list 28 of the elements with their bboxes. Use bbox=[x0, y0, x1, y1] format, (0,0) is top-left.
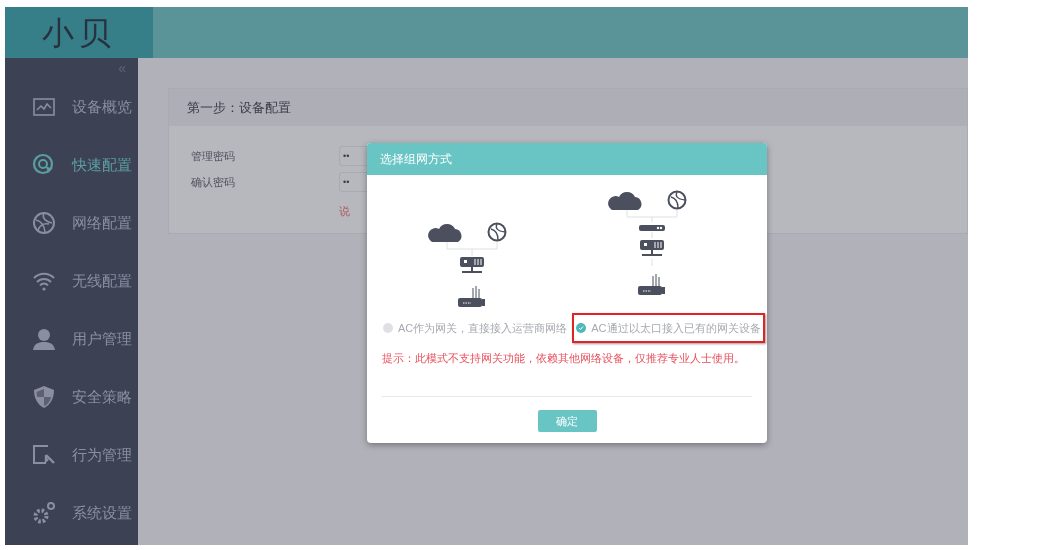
globe-icon bbox=[32, 211, 56, 235]
check-icon bbox=[578, 325, 585, 331]
sidebar-item[interactable]: 网络配置 bbox=[5, 194, 138, 252]
network-mode-option[interactable]: AC作为网关，直接接入运营商网络 bbox=[381, 313, 570, 343]
radio-button[interactable] bbox=[576, 323, 587, 333]
radio-button[interactable] bbox=[383, 323, 393, 333]
logo: 小贝 bbox=[42, 13, 116, 53]
sidebar-item[interactable]: 行为管理 bbox=[5, 426, 138, 484]
sidebar-item[interactable]: 设备概览 bbox=[5, 78, 138, 136]
confirm-button[interactable]: 确定 bbox=[537, 410, 597, 432]
hint-text: 提示：此模式不支持网关功能，依赖其他网络设备，仅推荐专业人士使用。 bbox=[382, 352, 745, 364]
user-icon bbox=[32, 327, 56, 351]
sidebar-item[interactable]: 用户管理 bbox=[5, 310, 138, 368]
card-title: 第一步：设备配置 bbox=[187, 98, 291, 117]
sidebar-item[interactable]: 快速配置 bbox=[5, 136, 138, 194]
sidebar-item[interactable]: 无线配置 bbox=[5, 252, 138, 310]
collapse-button[interactable]: « bbox=[118, 58, 126, 78]
window-icon bbox=[32, 443, 56, 467]
shield-icon bbox=[32, 385, 56, 409]
network-mode-option[interactable]: AC通过以太口接入已有的网关设备 bbox=[572, 313, 765, 343]
sidebar-item[interactable]: 系统设置 bbox=[5, 484, 138, 542]
sidebar-item[interactable]: 安全策略 bbox=[5, 368, 138, 426]
note-text: 说 bbox=[339, 205, 350, 217]
target-icon bbox=[32, 153, 56, 177]
chart-icon bbox=[32, 95, 56, 119]
field-label: 确认密码 bbox=[191, 174, 236, 190]
dialog-title: 选择组网方式 bbox=[380, 151, 452, 168]
field-label: 管理密码 bbox=[191, 148, 236, 164]
